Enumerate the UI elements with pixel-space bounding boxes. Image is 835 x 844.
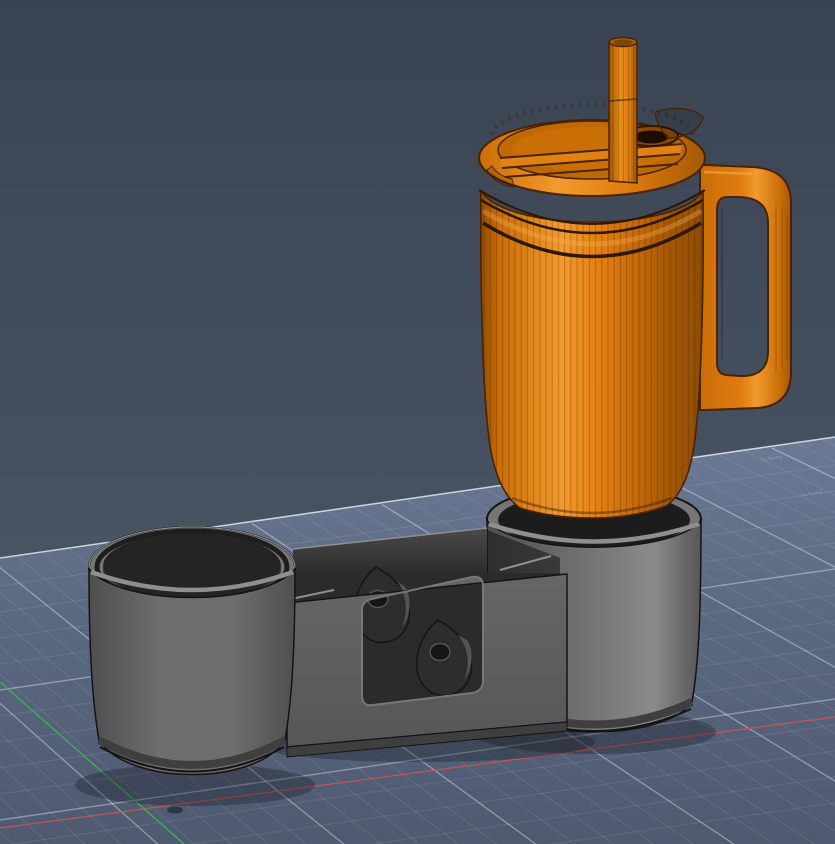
origin-marker[interactable] bbox=[167, 807, 183, 814]
straw-top-opening bbox=[614, 40, 633, 46]
tumbler-body[interactable] bbox=[479, 185, 705, 522]
boss-screw-hole bbox=[430, 644, 450, 661]
cad-viewport[interactable]: 150 150 bbox=[0, 0, 835, 844]
tumbler-straw[interactable] bbox=[609, 38, 637, 186]
cup-holder-connector[interactable] bbox=[287, 528, 567, 757]
cup-wall[interactable] bbox=[89, 569, 295, 775]
cad-app-window: 150 150 bbox=[0, 0, 835, 844]
cup-holder-left-cup[interactable] bbox=[89, 527, 295, 775]
